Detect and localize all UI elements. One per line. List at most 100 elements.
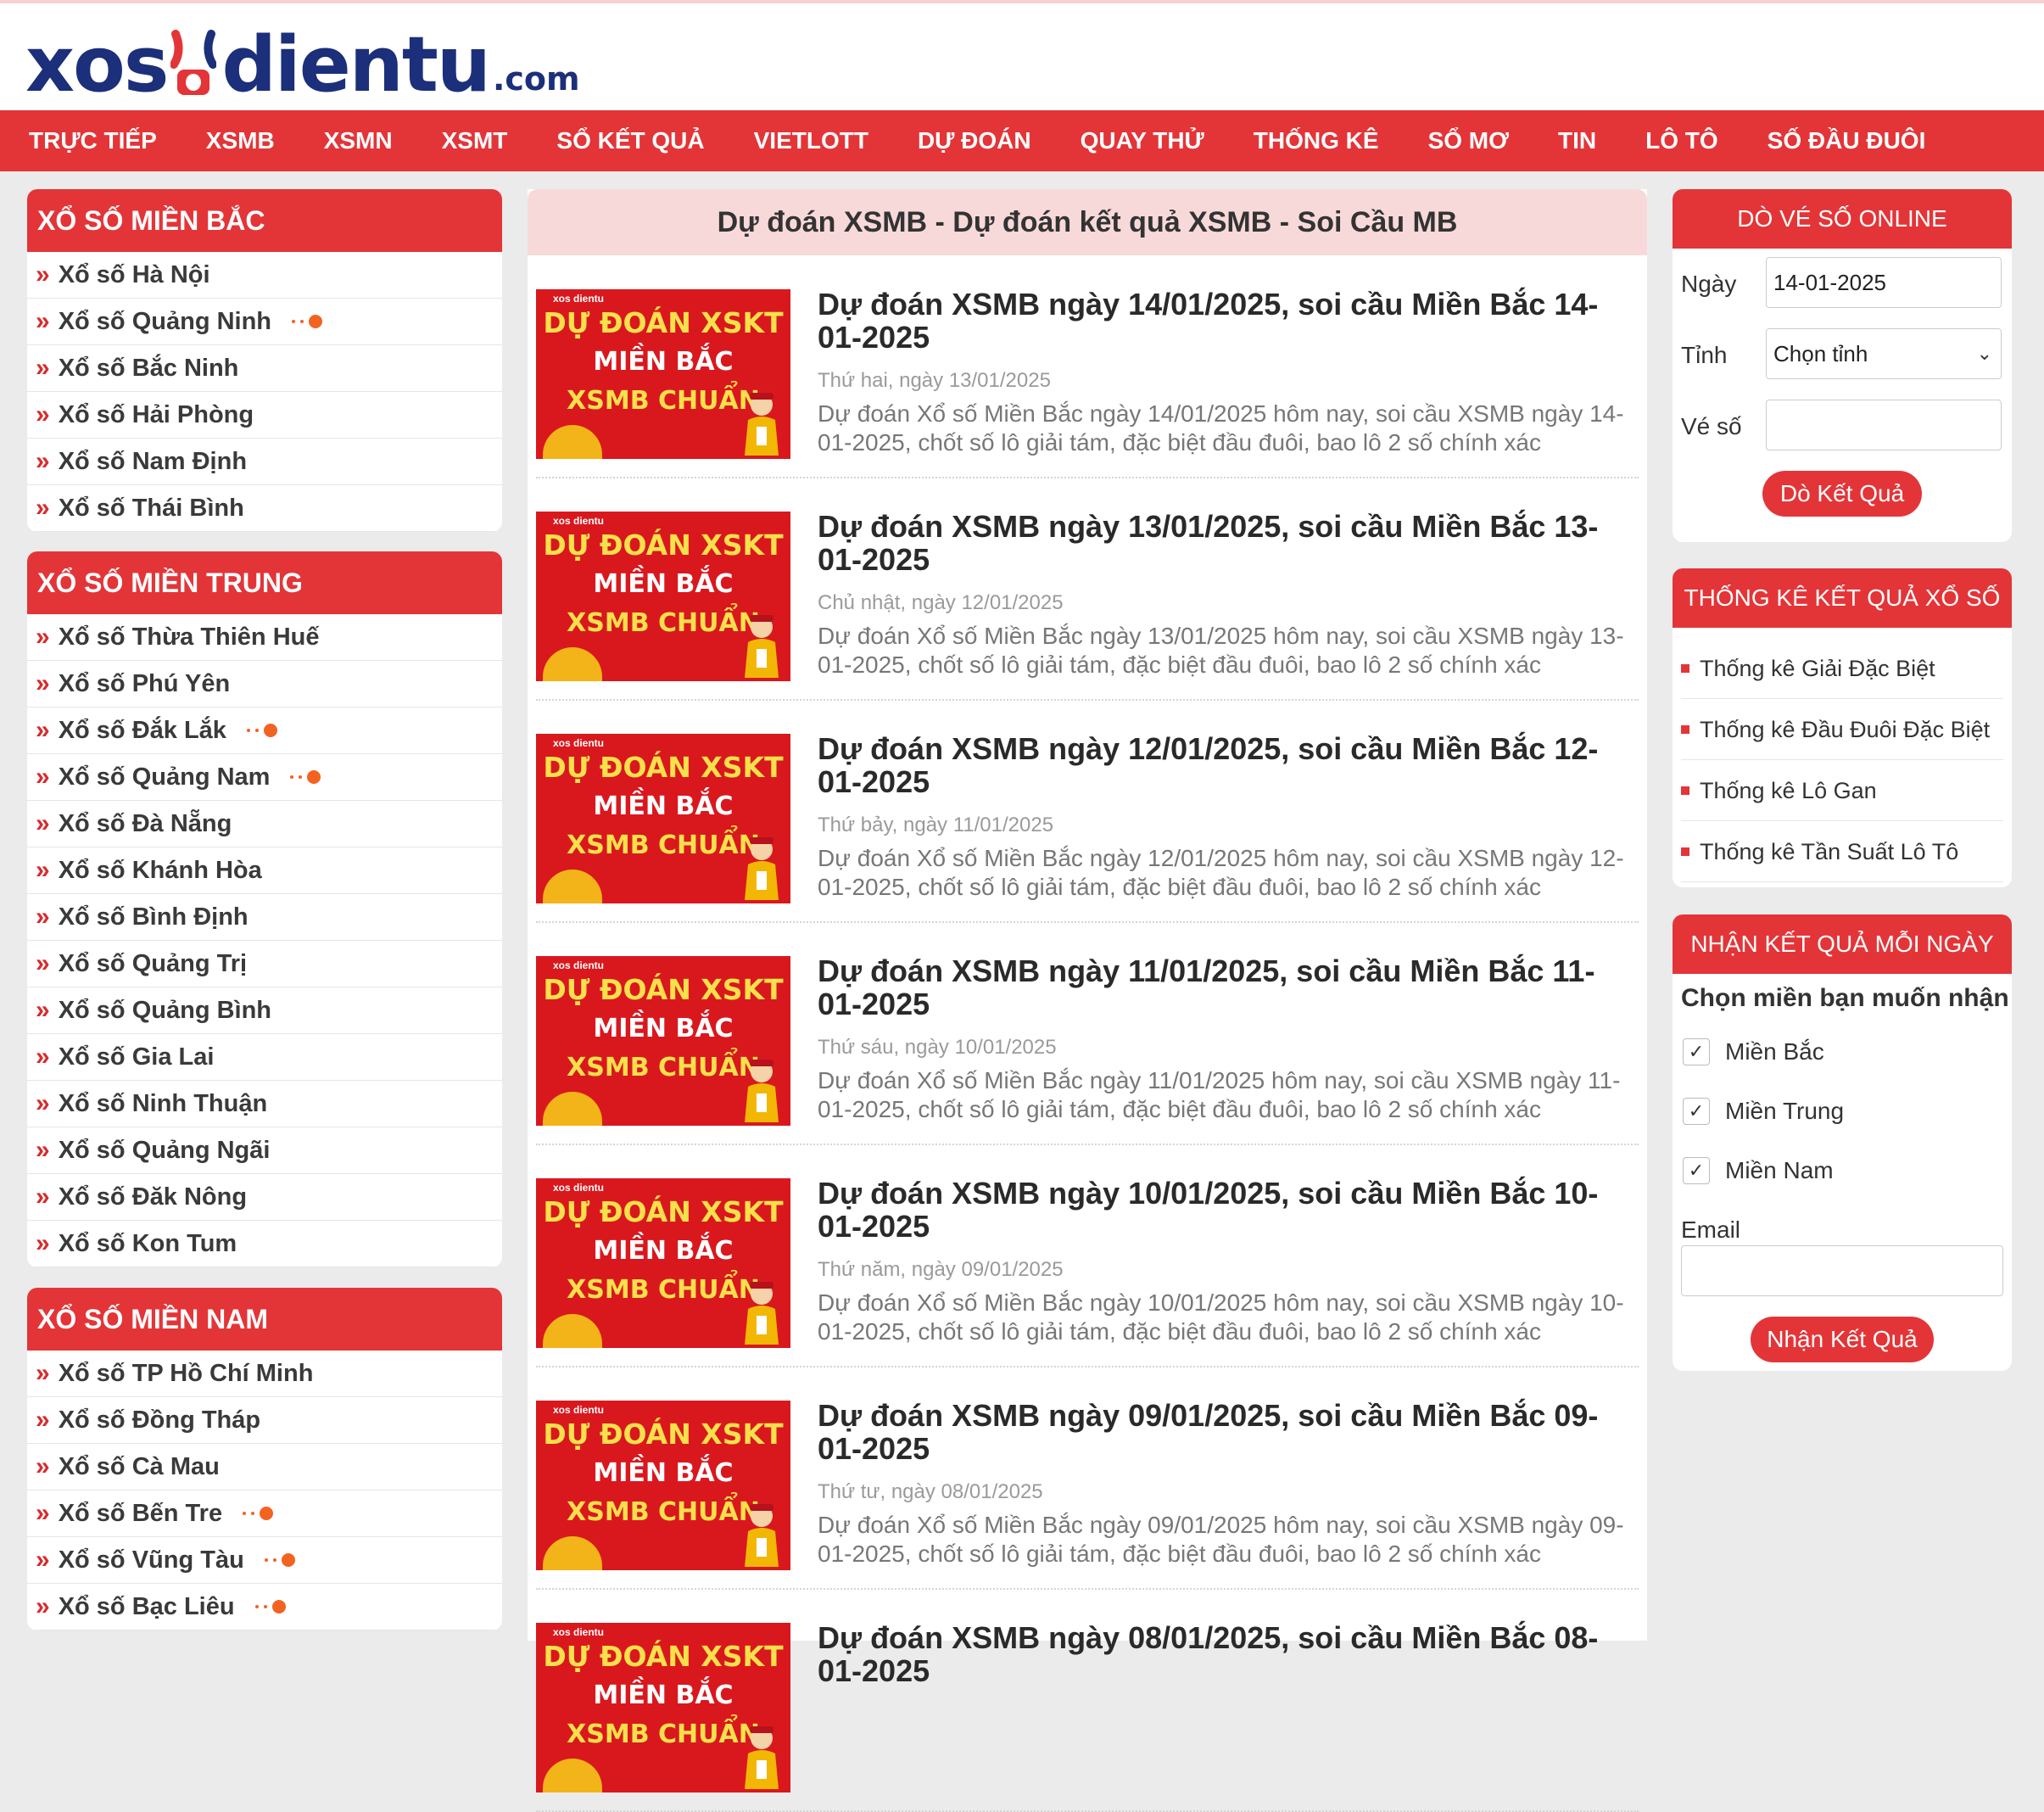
chevron-down-icon: ⌄ (1976, 343, 1992, 364)
checkbox-icon[interactable]: ✓ (1683, 1098, 1710, 1125)
double-chevron-icon: » (36, 1592, 50, 1620)
checkbox-icon[interactable]: ✓ (1683, 1038, 1710, 1065)
post-title-link[interactable]: Dự đoán XSMB ngày 12/01/2025, soi cầu Mi… (818, 732, 1632, 798)
post-thumbnail[interactable]: xos dientu DỰ ĐOÁN XSKT MIỀN BẮC XSMB CHUẨN (536, 1401, 790, 1570)
post-thumbnail[interactable]: xos dientu DỰ ĐOÁN XSKT MIỀN BẮC XSMB CHUẨN (536, 956, 790, 1126)
logo-tld: .com (492, 60, 580, 98)
province-link[interactable]: » Xổ số TP Hồ Chí Minh (27, 1351, 502, 1397)
post-excerpt: Dự đoán Xổ số Miền Bắc ngày 13/01/2025 h… (818, 623, 1624, 678)
thumb-line2: MIỀN BẮC (593, 1681, 734, 1710)
post-item: xos dientu DỰ ĐOÁN XSKT MIỀN BẮC XSMB CHUẨN… (536, 255, 1639, 478)
region-checkbox[interactable]: ✓ Miền Trung (1683, 1098, 1844, 1125)
province-link[interactable]: » Xổ số Đà Nẵng (27, 801, 502, 847)
post-thumbnail[interactable]: xos dientu DỰ ĐOÁN XSKT MIỀN BẮC XSMB CHUẨN (536, 1178, 790, 1348)
nav-item[interactable]: XSMT (442, 127, 508, 154)
post-date: Thứ bảy, ngày 11/01/2025 (818, 814, 1054, 836)
province-link[interactable]: » Xổ số Đắk Lắk (27, 707, 502, 754)
double-chevron-icon: » (36, 400, 50, 428)
province-link[interactable]: » Xổ số Quảng Nam (27, 754, 502, 801)
live-indicator-icon (264, 1553, 300, 1567)
fortune-god-icon (745, 615, 779, 678)
post-title-link[interactable]: Dự đoán XSMB ngày 09/01/2025, soi cầu Mi… (818, 1399, 1632, 1465)
ticket-input[interactable] (1766, 400, 2002, 450)
nav-item[interactable]: LÔ TÔ (1645, 127, 1718, 154)
live-indicator-icon (292, 315, 327, 328)
province-link[interactable]: » Xổ số Quảng Bình (27, 987, 502, 1034)
nav-item[interactable]: VIETLOTT (754, 127, 868, 154)
site-logo[interactable]: xos dientu .com (25, 19, 580, 103)
province-link[interactable]: » Xổ số Nam Định (27, 439, 502, 485)
thumb-brand: xos dientu (553, 1404, 605, 1416)
province-link[interactable]: » Xổ số Thái Bình (27, 485, 502, 532)
mien-bac-box: XỔ SỐ MIỀN BẮC » Xổ số Hà Nội » Xổ số Quảng… (27, 189, 502, 532)
province-select-value: Chọn tỉnh (1773, 341, 1868, 366)
province-link[interactable]: » Xổ số Hà Nội (27, 252, 502, 299)
stat-link[interactable]: Thống kê Giải Đặc Biệt (1681, 639, 2003, 699)
province-link-label: Xổ số Vũng Tàu (58, 1546, 244, 1574)
province-link[interactable]: » Xổ số Ninh Thuận (27, 1081, 502, 1127)
province-select[interactable]: Chọn tỉnh ⌄ (1766, 328, 2002, 379)
post-excerpt: Dự đoán Xổ số Miền Bắc ngày 11/01/2025 h… (818, 1067, 1621, 1122)
post-title-link[interactable]: Dự đoán XSMB ngày 14/01/2025, soi cầu Mi… (818, 288, 1632, 354)
post-thumbnail[interactable]: xos dientu DỰ ĐOÁN XSKT MIỀN BẮC XSMB CHUẨN (536, 734, 790, 903)
province-link[interactable]: » Xổ số Hải Phòng (27, 392, 502, 439)
nav-item[interactable]: SỔ MƠ (1428, 127, 1509, 154)
province-link[interactable]: » Xổ số Khánh Hòa (27, 847, 502, 894)
province-link[interactable]: » Xổ số Quảng Trị (27, 941, 502, 987)
stat-link[interactable]: Thống kê Đầu Đuôi Đặc Biệt (1681, 700, 2003, 760)
province-link[interactable]: » Xổ số Đăk Nông (27, 1174, 502, 1221)
date-input[interactable]: 14-01-2025 (1766, 257, 2002, 308)
gold-coins-icon (543, 1314, 602, 1348)
nav-item[interactable]: TRỰC TIẾP (29, 127, 157, 154)
email-input[interactable] (1681, 1245, 2003, 1296)
check-result-button[interactable]: Dò Kết Quả (1762, 471, 1922, 517)
province-link[interactable]: » Xổ số Phú Yên (27, 661, 502, 707)
mien-bac-heading: XỔ SỐ MIỀN BẮC (27, 189, 502, 252)
live-indicator-icon (243, 1507, 278, 1520)
post-title-link[interactable]: Dự đoán XSMB ngày 13/01/2025, soi cầu Mi… (818, 510, 1632, 576)
nav-item[interactable]: SỔ KẾT QUẢ (556, 127, 704, 154)
post-title-link[interactable]: Dự đoán XSMB ngày 11/01/2025, soi cầu Mi… (818, 954, 1632, 1021)
province-link[interactable]: » Xổ số Vũng Tàu (27, 1537, 502, 1584)
nav-item[interactable]: XSMN (324, 127, 393, 154)
double-chevron-icon: » (36, 1452, 50, 1480)
double-chevron-icon: » (36, 903, 50, 931)
live-indicator-icon (290, 770, 326, 784)
post-thumbnail[interactable]: xos dientu DỰ ĐOÁN XSKT MIỀN BẮC XSMB CHUẨN (536, 289, 790, 459)
province-link[interactable]: » Xổ số Thừa Thiên Huế (27, 614, 502, 661)
province-link[interactable]: » Xổ số Đồng Tháp (27, 1397, 502, 1444)
province-link[interactable]: » Xổ số Quảng Ngãi (27, 1127, 502, 1174)
post-title-link[interactable]: Dự đoán XSMB ngày 10/01/2025, soi cầu Mi… (818, 1177, 1632, 1243)
province-link-label: Xổ số Đồng Tháp (58, 1407, 261, 1434)
checkbox-icon[interactable]: ✓ (1683, 1157, 1710, 1184)
nav-item[interactable]: DỰ ĐOÁN (918, 127, 1031, 154)
stat-link[interactable]: Thống kê Lô Gan (1681, 761, 2003, 821)
thumb-line2: MIỀN BẮC (593, 791, 734, 821)
province-link[interactable]: » Xổ số Gia Lai (27, 1034, 502, 1081)
region-checkbox[interactable]: ✓ Miền Nam (1683, 1157, 1834, 1184)
nav-item[interactable]: SỐ ĐẦU ĐUÔI (1768, 127, 1926, 154)
region-checkbox[interactable]: ✓ Miền Bắc (1683, 1038, 1824, 1065)
double-chevron-icon: » (36, 716, 50, 744)
nav-item[interactable]: XSMB (206, 127, 275, 154)
nav-item[interactable]: THỐNG KÊ (1254, 127, 1379, 154)
province-link[interactable]: » Xổ số Cà Mau (27, 1444, 502, 1490)
logo-text-part2: dientu (221, 20, 490, 109)
province-link[interactable]: » Xổ số Bình Định (27, 894, 502, 941)
nav-item[interactable]: QUAY THỬ (1081, 127, 1204, 154)
province-link[interactable]: » Xổ số Bạc Liêu (27, 1584, 502, 1630)
province-link[interactable]: » Xổ số Bến Tre (27, 1490, 502, 1537)
mien-trung-box: XỔ SỐ MIỀN TRUNG » Xổ số Thừa Thiên Huế » X… (27, 551, 502, 1267)
nav-item[interactable]: TIN (1558, 127, 1596, 154)
province-link[interactable]: » Xổ số Bắc Ninh (27, 345, 502, 392)
stat-link[interactable]: Thống kê Tần Suất Lô Tô (1681, 822, 2003, 882)
province-link[interactable]: » Xổ số Quảng Ninh (27, 299, 502, 345)
post-title-link[interactable]: Dự đoán XSMB ngày 08/01/2025, soi cầu Mi… (818, 1621, 1632, 1687)
post-thumbnail[interactable]: xos dientu DỰ ĐOÁN XSKT MIỀN BẮC XSMB CHUẨN (536, 1623, 790, 1792)
subscribe-button[interactable]: Nhận Kết Quả (1751, 1317, 1934, 1362)
gold-coins-icon (543, 425, 602, 459)
post-thumbnail[interactable]: xos dientu DỰ ĐOÁN XSKT MIỀN BẮC XSMB CHUẨN (536, 512, 790, 681)
province-link[interactable]: » Xổ số Kon Tum (27, 1221, 502, 1267)
gold-coins-icon (543, 870, 602, 903)
double-chevron-icon: » (36, 1499, 50, 1527)
